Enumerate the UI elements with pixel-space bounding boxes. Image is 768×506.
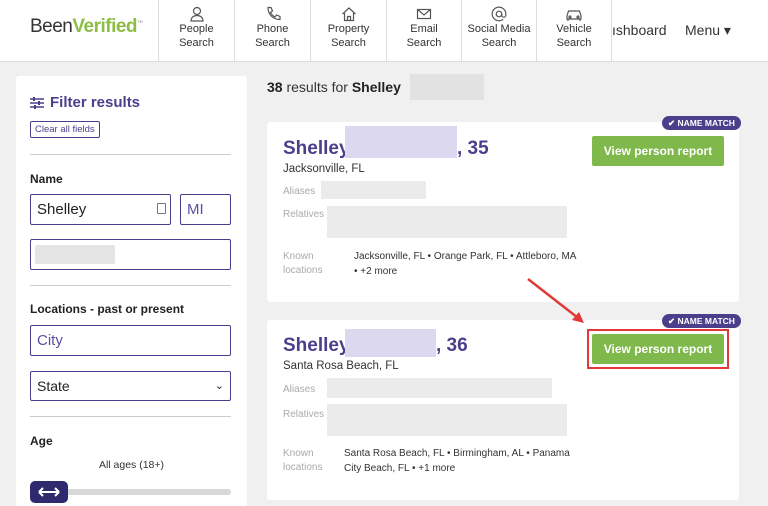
redacted-surname <box>345 329 436 357</box>
redacted-relatives <box>327 206 567 238</box>
divider <box>30 285 231 286</box>
aliases-label: Aliases <box>283 186 316 197</box>
divider <box>30 416 231 417</box>
redacted-aliases <box>327 378 552 398</box>
state-select[interactable]: State ⌄ <box>30 371 231 401</box>
redacted-aliases <box>321 181 426 199</box>
redacted-surname <box>345 126 457 158</box>
menu-button[interactable]: Menu ▾ <box>685 22 731 39</box>
known-locations: Santa Rosa Beach, FL • Birmingham, AL • … <box>344 448 570 474</box>
results-count: 38 results for Shelley <box>267 79 401 95</box>
phone-icon <box>235 0 310 22</box>
person-city: Santa Rosa Beach, FL <box>283 360 399 372</box>
known-locations-label: Known locations <box>283 448 323 473</box>
top-header: BeenVerified™ People Search Phone Search… <box>0 0 768 62</box>
person-name[interactable]: Shelley <box>283 335 350 357</box>
age-slider-track[interactable] <box>66 489 231 495</box>
relatives-label: Relatives <box>283 409 325 420</box>
person-age: , 35 <box>457 138 489 159</box>
last-name-input[interactable] <box>30 239 231 270</box>
age-range-value: All ages (18+) <box>98 459 165 471</box>
name-label: Name <box>30 172 63 186</box>
mail-icon <box>387 0 461 22</box>
highlight-box <box>587 329 729 369</box>
person-name[interactable]: Shelley <box>283 138 350 160</box>
house-icon <box>311 0 386 22</box>
beenverified-logo[interactable]: BeenVerified™ <box>30 16 143 38</box>
name-match-badge: ✔ NAME MATCH <box>662 116 741 130</box>
person-age: , 36 <box>436 335 468 356</box>
filter-sidebar: Filter results Clear all fields Name She… <box>16 76 247 506</box>
age-slider-handle[interactable] <box>30 481 68 503</box>
redacted-relatives <box>327 404 567 436</box>
nav-phone-search[interactable]: Phone Search <box>234 0 310 61</box>
autofill-icon <box>157 203 166 214</box>
relatives-label: Relatives <box>283 209 325 220</box>
chevron-down-icon: ⌄ <box>214 380 224 392</box>
age-label: Age <box>30 434 53 448</box>
person-city: Jacksonville, FL <box>283 163 365 175</box>
sliders-icon <box>30 94 50 111</box>
at-icon <box>462 0 536 22</box>
city-input[interactable]: City <box>30 325 231 356</box>
locations-label: Locations - past or present <box>30 302 185 316</box>
nav-vehicle-search[interactable]: Vehicle Search <box>536 0 612 61</box>
middle-initial-input[interactable]: MI <box>180 194 231 225</box>
first-name-input[interactable]: Shelley <box>30 194 171 225</box>
known-locations-label: Known locations <box>283 251 323 276</box>
nav-email-search[interactable]: Email Search <box>386 0 461 61</box>
aliases-label: Aliases <box>283 384 316 395</box>
redacted-query-surname <box>410 74 484 100</box>
nav-property-search[interactable]: Property Search <box>310 0 386 61</box>
divider <box>30 154 231 155</box>
car-icon <box>537 0 611 22</box>
person-icon <box>159 0 234 22</box>
name-match-badge: ✔ NAME MATCH <box>662 314 741 328</box>
nav-people-search[interactable]: People Search <box>158 0 234 61</box>
clear-all-fields-button[interactable]: Clear all fields <box>30 121 100 138</box>
redacted-last-name <box>35 245 115 264</box>
nav-social-media-search[interactable]: Social Media Search <box>461 0 536 61</box>
view-person-report-button[interactable]: View person report <box>592 136 724 166</box>
red-annotation-arrow-icon <box>527 278 584 323</box>
filter-title: Filter results <box>30 94 140 111</box>
dashboard-link[interactable]: ıshboard <box>612 22 666 38</box>
